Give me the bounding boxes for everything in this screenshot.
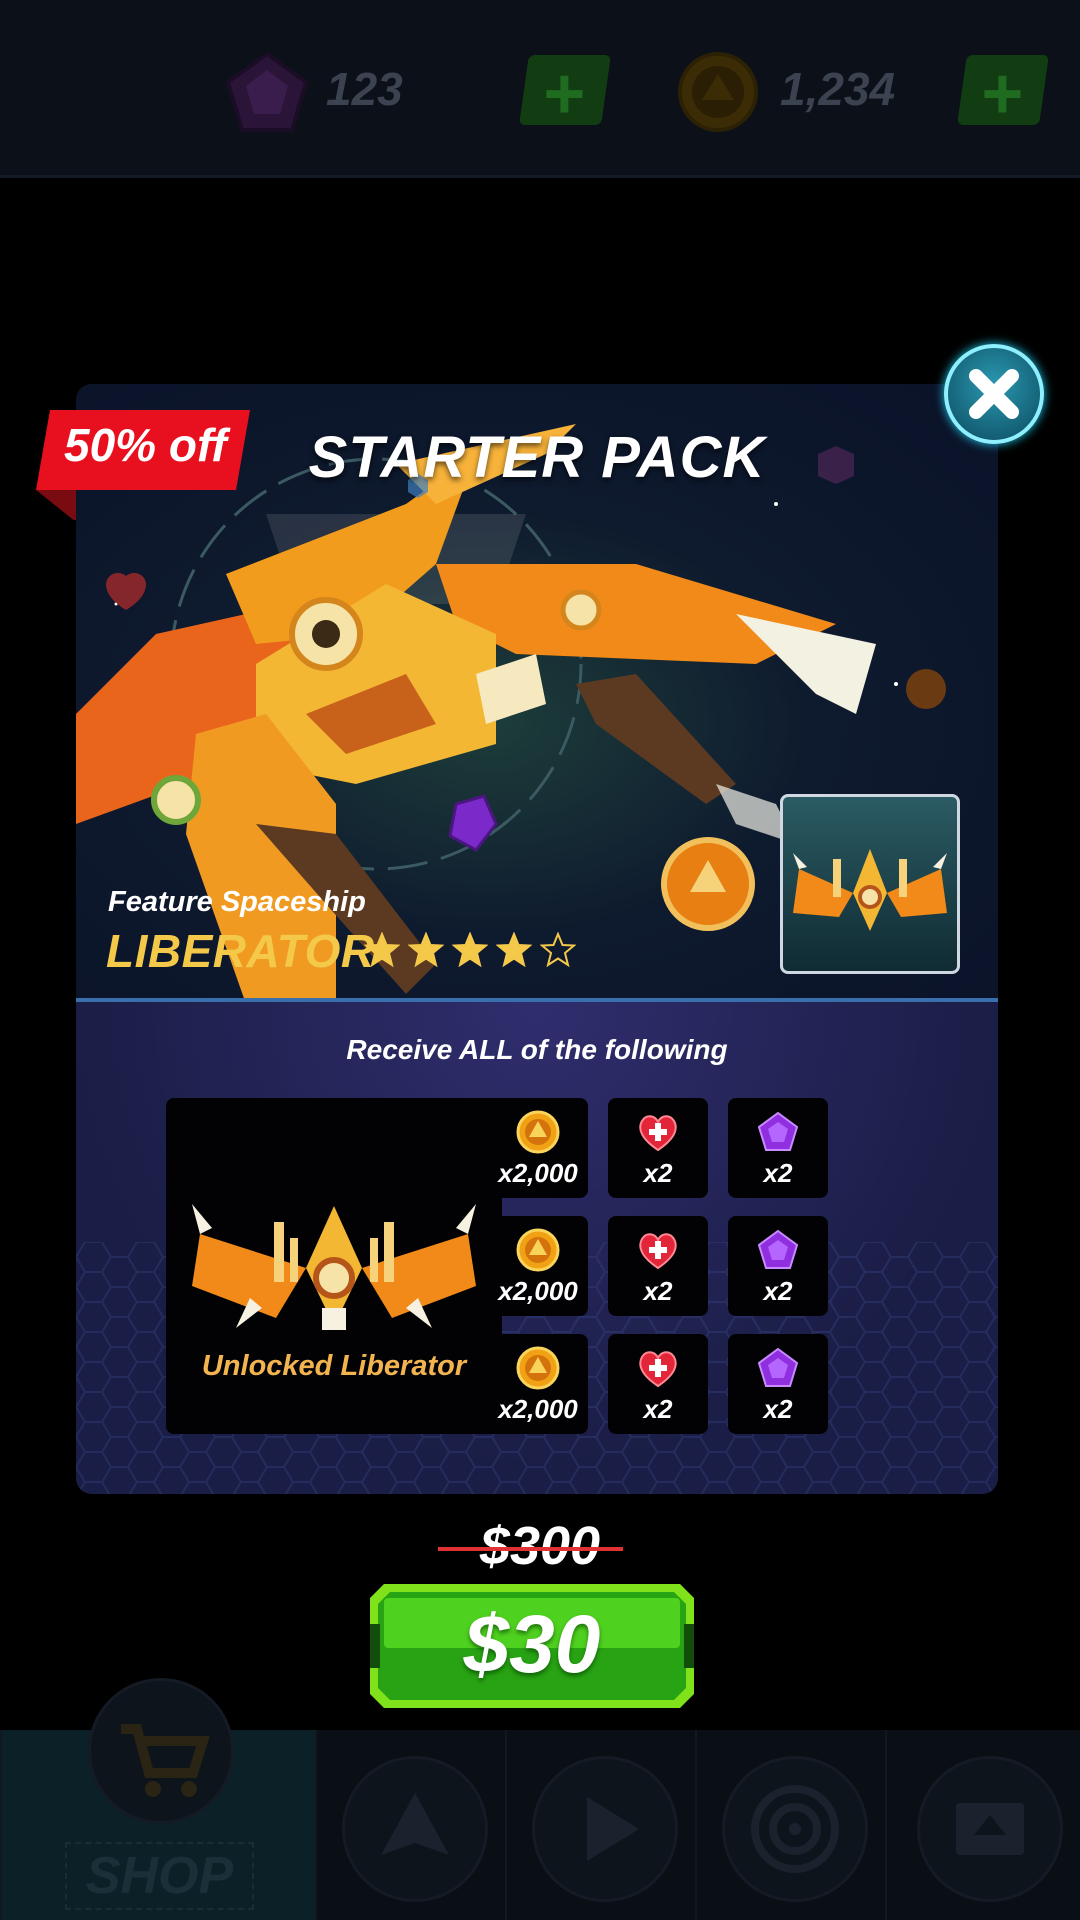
plus-icon: + (981, 54, 1024, 134)
nav-play[interactable] (505, 1730, 697, 1920)
ship-name: LIBERATOR (106, 925, 375, 977)
gem-icon (225, 51, 309, 132)
shop-label: SHOP (65, 1842, 254, 1910)
rating-stars (364, 932, 584, 976)
reward-item: x2 (608, 1334, 708, 1434)
buy-price-label: $30 (463, 1599, 601, 1690)
reward-item: x2 (728, 1334, 828, 1434)
reward-item: x2 (608, 1098, 708, 1198)
coins-count: 1,234 (780, 63, 896, 115)
reward-quantity: x2 (763, 1276, 793, 1306)
coin-icon (678, 52, 758, 132)
reward-item: x2,000 (488, 1216, 588, 1316)
currency-bar: 123 + 1,234 + (0, 0, 1080, 178)
star-filled-icon (496, 932, 532, 968)
heart-icon (639, 1115, 677, 1152)
target-icon (722, 1756, 868, 1902)
reward-quantity: x2 (763, 1158, 793, 1188)
reward-item: x2,000 (488, 1098, 588, 1198)
reward-item: x2 (608, 1216, 708, 1316)
reward-quantity: x2,000 (498, 1276, 578, 1306)
ship-thumbnail[interactable] (780, 794, 960, 974)
gem-icon (757, 1111, 799, 1151)
close-icon (969, 369, 1019, 419)
add-gems-button[interactable]: + (519, 54, 611, 134)
rewards-section: Receive ALL of the following Unlocked Li… (76, 1002, 998, 1494)
coin-icon (516, 1110, 560, 1154)
heart-icon (639, 1351, 677, 1388)
reward-quantity: x2,000 (498, 1158, 578, 1188)
reward-quantity: x2 (643, 1394, 673, 1424)
price-strikethrough (438, 1547, 623, 1551)
add-coins-button[interactable]: + (957, 54, 1049, 134)
gems-count: 123 (326, 63, 403, 115)
reward-item: x2 (728, 1098, 828, 1198)
receive-heading: Receive ALL of the following (346, 1034, 728, 1065)
reward-quantity: x2 (643, 1276, 673, 1306)
star-filled-icon (408, 932, 444, 968)
discount-badge: 50% off (36, 410, 250, 520)
coin-icon (516, 1346, 560, 1390)
gem-icon (757, 1229, 799, 1269)
reward-quantity: x2 (763, 1394, 793, 1424)
buy-button[interactable]: $30 (370, 1584, 694, 1708)
original-price: $300 (479, 1516, 601, 1576)
reward-quantity: x2,000 (498, 1394, 578, 1424)
starter-pack-dialog: STARTER PACK Feature Spaceship LIBERATOR… (76, 384, 998, 1494)
nav-ships[interactable] (315, 1730, 507, 1920)
feature-label: Feature Spaceship (108, 886, 366, 918)
ship-icon (342, 1756, 488, 1902)
star-empty-icon (540, 932, 576, 968)
heart-icon (639, 1233, 677, 1270)
gem-icon (757, 1347, 799, 1387)
nav-missions[interactable] (695, 1730, 887, 1920)
cart-icon (88, 1678, 234, 1824)
coin-icon (516, 1228, 560, 1272)
star-filled-icon (364, 932, 400, 968)
unlocked-ship-label: Unlocked Liberator (201, 1350, 467, 1382)
star-filled-icon (452, 932, 488, 968)
nav-upgrade[interactable] (885, 1730, 1080, 1920)
ship-icon (793, 849, 947, 931)
reward-quantity: x2 (643, 1158, 673, 1188)
play-icon (532, 1756, 678, 1902)
upgrade-icon (917, 1756, 1063, 1902)
unlocked-ship-card: Unlocked Liberator (166, 1098, 502, 1434)
close-button[interactable] (944, 344, 1044, 444)
plus-icon: + (543, 54, 586, 134)
discount-label: 50% off (64, 419, 227, 471)
reward-item: x2,000 (488, 1334, 588, 1434)
reward-item: x2 (728, 1216, 828, 1316)
